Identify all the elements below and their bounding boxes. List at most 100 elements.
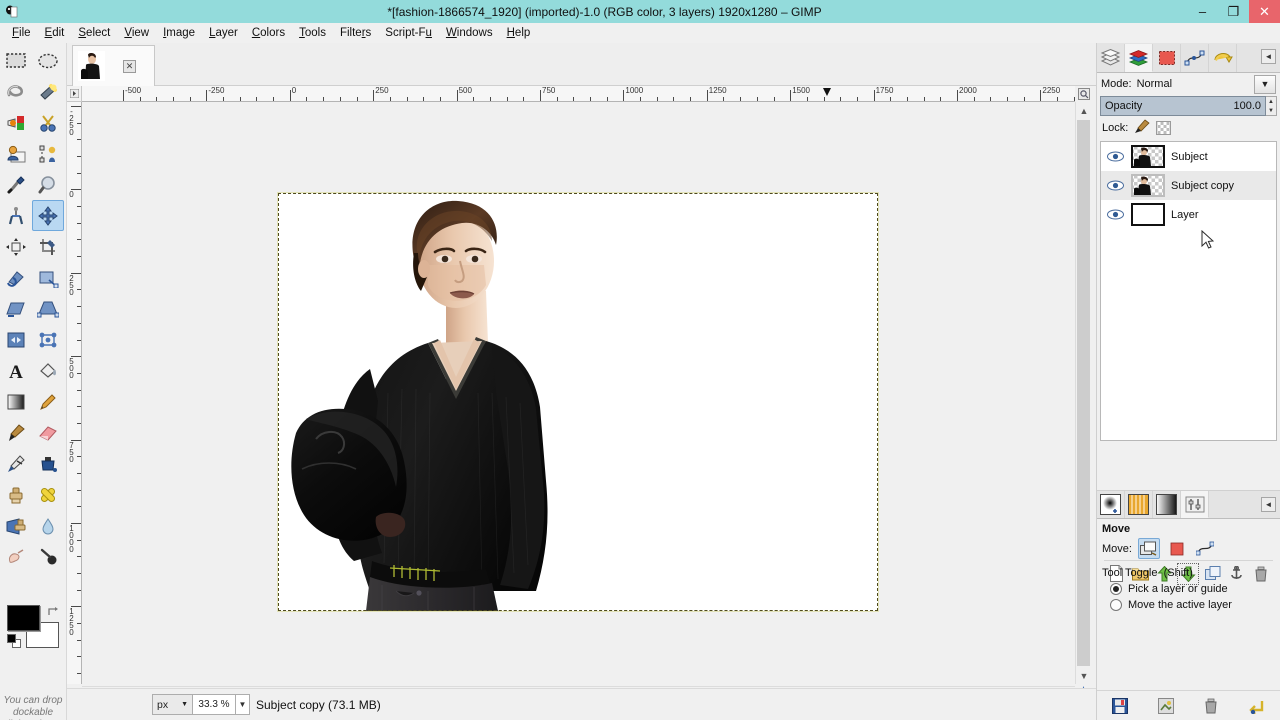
menu-view[interactable]: View [117,24,156,42]
select-by-color-icon[interactable] [0,107,32,138]
bucket-fill-icon[interactable] [32,355,64,386]
color-picker-icon[interactable] [0,169,32,200]
tab-channels[interactable] [1125,44,1153,72]
layer-thumbnail[interactable] [1131,174,1165,197]
canvas-viewport[interactable] [82,102,1075,684]
pencil-tool-icon[interactable] [32,386,64,417]
menu-image[interactable]: Image [156,24,202,42]
canvas-vertical-scrollbar[interactable]: ▲ ▼ [1075,102,1091,684]
close-image-icon[interactable]: ✕ [123,59,136,73]
tool-options-menu-button[interactable]: ◄ [1261,497,1276,512]
menu-tools[interactable]: Tools [292,24,333,42]
flip-tool-icon[interactable] [0,324,32,355]
rect-select-icon[interactable] [0,45,32,76]
measure-tool-icon[interactable] [0,200,32,231]
menu-select[interactable]: Select [71,24,117,42]
image-canvas[interactable] [278,193,878,611]
ink-tool-icon[interactable] [32,448,64,479]
tab-patterns[interactable] [1125,491,1153,518]
menu-colors[interactable]: Colors [245,24,292,42]
foreground-color-swatch[interactable] [7,605,40,631]
eraser-tool-icon[interactable] [32,417,64,448]
lock-pixels-icon[interactable] [1134,119,1150,137]
heal-tool-icon[interactable] [32,479,64,510]
table-row[interactable]: Subject [1101,142,1276,171]
menu-filters[interactable]: Filters [333,24,378,42]
alignment-tool-icon[interactable] [0,231,32,262]
tab-gradients[interactable] [1153,491,1181,518]
image-tab[interactable]: ✕ [72,45,155,86]
tab-quickmask[interactable] [1153,44,1181,72]
restore-tool-preset-button[interactable] [1155,695,1177,717]
swap-colors-icon[interactable] [47,605,61,619]
ellipse-select-icon[interactable] [32,45,64,76]
airbrush-tool-icon[interactable] [0,448,32,479]
zoom-dropdown-icon[interactable]: ▼ [236,694,250,715]
save-tool-preset-button[interactable] [1109,695,1131,717]
menu-help[interactable]: Help [500,24,538,42]
move-tool-icon[interactable] [32,200,64,231]
gradient-tool-icon[interactable] [0,386,32,417]
delete-tool-preset-button[interactable] [1200,695,1222,717]
radio-button-icon[interactable] [1110,583,1122,595]
rotate-tool-icon[interactable] [0,262,32,293]
layer-thumbnail[interactable] [1131,203,1165,226]
cage-transform-icon[interactable] [32,324,64,355]
foreground-select-icon[interactable] [0,138,32,169]
shear-tool-icon[interactable] [0,293,32,324]
minimize-button[interactable]: – [1187,0,1218,23]
move-selection-mode-button[interactable] [1166,538,1188,559]
layers-dock-menu-button[interactable]: ◄ [1261,49,1276,64]
eye-icon[interactable] [1105,209,1125,220]
paths-tool-icon[interactable] [32,138,64,169]
maximize-button[interactable]: ❐ [1218,0,1249,23]
unit-selector[interactable]: px ▼ [152,694,193,715]
mode-value[interactable]: Normal [1137,78,1172,90]
free-select-icon[interactable] [0,76,32,107]
scale-tool-icon[interactable] [32,262,64,293]
perspective-clone-icon[interactable] [0,510,32,541]
menu-edit[interactable]: Edit [38,24,72,42]
opacity-slider[interactable]: Opacity 100.0 [1100,96,1266,116]
opacity-spinner[interactable]: ▲ ▼ [1266,96,1277,116]
layer-thumbnail[interactable] [1131,145,1165,168]
eye-icon[interactable] [1105,151,1125,162]
crop-tool-icon[interactable] [32,231,64,262]
radio-move-the-active-layer[interactable]: Move the active layer [1097,597,1280,613]
scroll-up-icon[interactable]: ▲ [1076,102,1092,119]
table-row[interactable]: Layer [1101,200,1276,229]
tab-layers[interactable] [1097,44,1125,72]
blur-sharpen-icon[interactable] [32,510,64,541]
radio-button-icon[interactable] [1110,599,1122,611]
mode-dropdown-icon[interactable]: ▼ [1254,74,1276,94]
move-layer-mode-button[interactable] [1137,538,1160,559]
default-colors-icon[interactable] [7,634,21,648]
lock-alpha-icon[interactable] [1156,121,1172,135]
tab-brushes[interactable] [1097,491,1125,518]
scroll-down-icon[interactable]: ▼ [1076,667,1092,684]
zoom-tool-icon[interactable] [32,169,64,200]
ruler-origin-button[interactable] [67,86,82,102]
perspective-tool-icon[interactable] [32,293,64,324]
gimp-wilber-icon[interactable] [0,0,22,23]
spin-up-icon[interactable]: ▲ [1266,97,1276,106]
zoom-input[interactable]: 33.3 % [193,694,236,715]
menu-windows[interactable]: Windows [439,24,500,42]
smudge-tool-icon[interactable] [0,541,32,572]
scissors-select-icon[interactable] [32,107,64,138]
clone-tool-icon[interactable] [0,479,32,510]
move-path-mode-button[interactable] [1194,538,1216,559]
tab-paths[interactable] [1181,44,1209,72]
radio-pick-a-layer-or-guide[interactable]: Pick a layer or guide [1097,581,1280,597]
fuzzy-select-icon[interactable] [32,76,64,107]
tab-tool-options[interactable] [1181,491,1209,518]
spin-down-icon[interactable]: ▼ [1266,106,1276,115]
horizontal-ruler[interactable]: -500 -250 0 250 500 750 1000 1250 1500 1750 2000 22… [82,86,1075,102]
close-button[interactable]: ✕ [1249,0,1280,23]
tab-undo-history[interactable] [1209,44,1237,72]
text-tool-icon[interactable]: A [0,355,32,386]
eye-icon[interactable] [1105,180,1125,191]
menu-layer[interactable]: Layer [202,24,245,42]
vertical-scroll-thumb[interactable] [1077,120,1090,666]
vertical-ruler[interactable]: -250 0 250 500 750 1000 1250 [67,102,82,684]
